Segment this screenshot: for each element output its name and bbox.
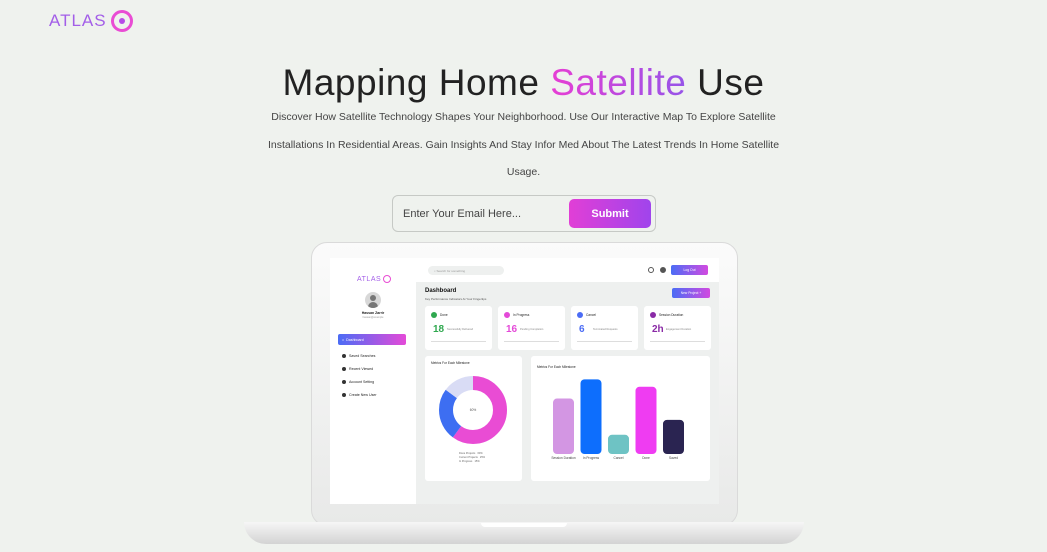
home-icon: ⌂ [342, 337, 345, 342]
hero-title-accent: Satellite [550, 62, 687, 103]
stat-value: 6 [579, 324, 585, 335]
divider [504, 341, 559, 342]
bar-cancel [608, 434, 629, 454]
stat-value: 18 [433, 324, 445, 335]
brand-name: ATLAS [49, 11, 107, 30]
bar-tick-label: Saved [668, 456, 679, 460]
app-search-input[interactable]: ⌕ Search for something [428, 266, 504, 275]
hero-title: Mapping Home Satellite Use [0, 62, 1047, 104]
stat-note: Terminated Requests [593, 328, 618, 331]
donut-center-label: 60% [470, 408, 477, 412]
app-logo: ATLAS [357, 275, 392, 283]
stat-card-done: Done 18 Successfully Delivered [425, 306, 492, 350]
sidebar-item-label: Recent Viewed [349, 367, 374, 371]
bar-in-progress [580, 379, 602, 454]
sidebar-item-create-new-user[interactable]: Create New User [342, 393, 377, 397]
laptop-notch [481, 523, 567, 527]
user-role: hassan@example [362, 316, 384, 319]
donut-legend: Done Projects 60% Current Projects 25% I… [459, 452, 485, 464]
stat-label: Cancel [586, 313, 596, 317]
settings-icon[interactable] [648, 267, 654, 273]
stat-label: Session Duration [659, 313, 684, 317]
logout-button[interactable]: Log Out [671, 265, 708, 275]
sidebar-item-label: Account Setting [349, 380, 375, 384]
gear-icon [342, 380, 346, 384]
stat-card-cancel: Cancel 6 Terminated Requests [571, 306, 638, 350]
stat-card-session-duration: Session Duration 2h Engagement Duration [644, 306, 711, 350]
dashboard-title: Dashboard [425, 288, 457, 294]
check-icon [431, 312, 437, 318]
email-signup-form: Submit [392, 195, 656, 232]
clock-logo-icon [383, 275, 392, 283]
bar-tick-label: Done [642, 456, 650, 460]
cancel-icon [577, 312, 583, 318]
stat-label: In Progress [513, 313, 530, 317]
legend-value: 60% [477, 452, 483, 455]
dashboard-subtitle: Key Performance Indicators At Your Finge… [425, 297, 487, 301]
hero-description: Discover How Satellite Technology Shapes… [267, 111, 780, 178]
stat-note: Pending Completion [520, 328, 544, 331]
legend-value: 15% [474, 460, 480, 463]
eye-icon [342, 367, 346, 371]
donut-chart-panel: Metrics For Each Milestone 60% Done Proj… [425, 356, 522, 481]
brand-logo[interactable]: ATLAS [49, 10, 133, 32]
profile-icon[interactable] [660, 267, 666, 273]
legend-label: In Progress [459, 460, 473, 463]
hero-title-start: Mapping Home [282, 62, 540, 103]
bar-tick-label: In Progress [582, 456, 600, 460]
app-topbar: ⌕ Search for something Log Out [416, 258, 719, 282]
bar-saved [663, 419, 684, 454]
bar-chart-panel: Metrics For Each Milestone Session Durat… [531, 356, 710, 481]
stat-note: Successfully Delivered [447, 328, 474, 331]
sidebar-item-label: Create New User [349, 393, 377, 397]
legend-label: Done Projects [459, 452, 476, 455]
sidebar-item-saved-searches[interactable]: Saved Searches [342, 354, 375, 358]
stat-value: 2h [652, 324, 664, 335]
legend-label: Current Projects [459, 456, 478, 459]
stat-note: Engagement Duration [666, 328, 692, 331]
clock-logo-icon [110, 10, 133, 32]
dashboard-screenshot: ATLAS Hassan Zarrir hassan@example ⌂ Das… [330, 258, 719, 504]
bar-done [635, 386, 657, 454]
bar-tick-label: Cancel [613, 456, 624, 460]
user-plus-icon [342, 393, 346, 397]
search-placeholder: Search for something [436, 268, 466, 273]
bar-chart [553, 379, 684, 454]
stat-label: Done [440, 313, 448, 317]
sidebar-item-dashboard[interactable]: ⌂ Dashboard [338, 334, 406, 345]
new-project-button[interactable]: New Project + [672, 288, 710, 298]
progress-icon [504, 312, 510, 318]
bar-tick-label: Session Duration [551, 456, 576, 460]
avatar [365, 292, 381, 308]
sidebar-item-label: Saved Searches [349, 354, 376, 358]
legend-value: 25% [479, 456, 486, 459]
sidebar-item-account-setting[interactable]: Account Setting [342, 380, 374, 384]
stat-value: 16 [506, 324, 518, 335]
divider [577, 341, 632, 342]
clock-icon [650, 312, 656, 318]
app-logo-text: ATLAS [357, 275, 382, 283]
sidebar-item-label: Dashboard [346, 337, 364, 342]
submit-button[interactable]: Submit [569, 199, 651, 228]
email-input[interactable] [403, 207, 569, 220]
sidebar-item-recent-viewed[interactable]: Recent Viewed [342, 367, 373, 371]
divider [650, 341, 705, 342]
app-sidebar: ATLAS Hassan Zarrir hassan@example ⌂ Das… [330, 258, 416, 504]
user-name: Hassan Zarrir [361, 311, 385, 315]
divider [431, 341, 486, 342]
bar-session-duration [553, 398, 574, 454]
user-icon [342, 354, 346, 358]
legend-item: In Progress 15% [459, 460, 485, 464]
stat-card-in-progress: In Progress 16 Pending Completion [498, 306, 565, 350]
hero-title-end: Use [697, 62, 765, 103]
